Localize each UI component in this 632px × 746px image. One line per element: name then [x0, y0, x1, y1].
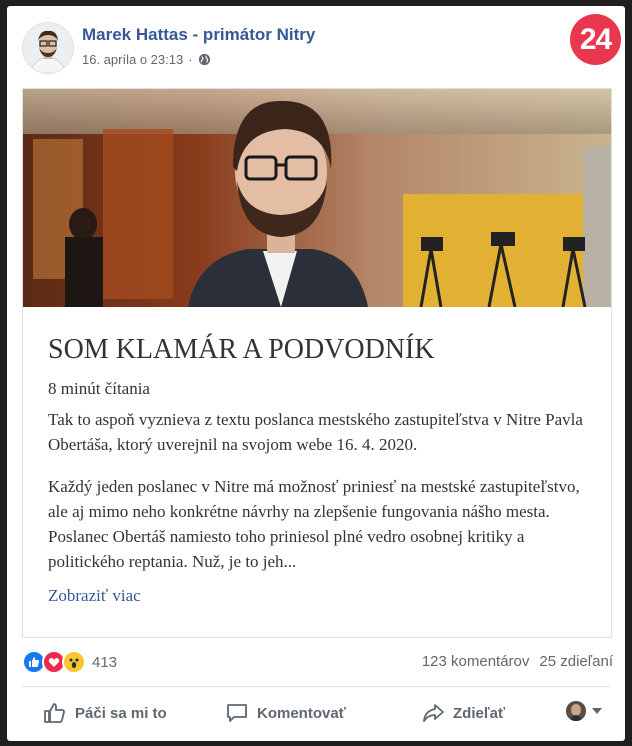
article-paragraph: Tak to aspoň vyznieva z textu poslanca m…	[48, 410, 583, 454]
comment-icon	[227, 704, 247, 722]
globe-icon[interactable]	[198, 53, 211, 66]
divider	[22, 686, 610, 687]
article-paragraph: Každý jeden poslanec v Nitre má možnosť …	[48, 477, 580, 571]
meta-separator: ·	[188, 52, 193, 67]
show-more-link[interactable]: Zobraziť viac	[48, 586, 141, 606]
reaction-count: 413	[92, 653, 118, 671]
article-headline[interactable]: SOM KLAMÁR A PODVODNÍK	[48, 334, 435, 366]
profile-avatar	[566, 701, 586, 721]
shares-count[interactable]: 25 zdieľaní	[539, 653, 613, 670]
comments-count[interactable]: 123 komentárov	[422, 653, 530, 670]
site-logo-badge: 24	[570, 14, 621, 65]
facebook-post: Marek Hattas - primátor Nitry 16. apríla…	[7, 6, 625, 741]
post-meta: 16. apríla o 23:13 ·	[82, 52, 211, 67]
share-icon	[423, 704, 444, 722]
thumbs-up-icon	[44, 703, 65, 723]
share-button[interactable]: Zdieľať	[421, 702, 505, 724]
like-button[interactable]: Páči sa mi to	[43, 702, 167, 724]
article-read-time: 8 minút čítania	[48, 379, 150, 398]
like-button-label: Páči sa mi to	[75, 704, 167, 722]
comment-button[interactable]: Komentovať	[225, 702, 346, 724]
share-button-label: Zdieľať	[453, 704, 506, 722]
chevron-down-icon	[592, 708, 602, 714]
wow-reaction-icon	[62, 650, 86, 674]
article-photo[interactable]	[23, 89, 611, 307]
react-as-selector[interactable]	[566, 701, 602, 721]
post-timestamp[interactable]: 16. apríla o 23:13	[82, 52, 183, 67]
author-avatar[interactable]	[22, 22, 74, 74]
author-name[interactable]: Marek Hattas - primátor Nitry	[82, 25, 315, 45]
engagement-counts: 123 komentárov 25 zdieľaní	[422, 653, 613, 670]
action-bar: Páči sa mi to Komentovať Zdieľať	[22, 696, 610, 730]
comment-button-label: Komentovať	[257, 704, 346, 722]
reactions-summary[interactable]: 413	[22, 650, 117, 674]
link-preview-card[interactable]: SOM KLAMÁR A PODVODNÍK 8 minút čítania T…	[22, 88, 612, 638]
